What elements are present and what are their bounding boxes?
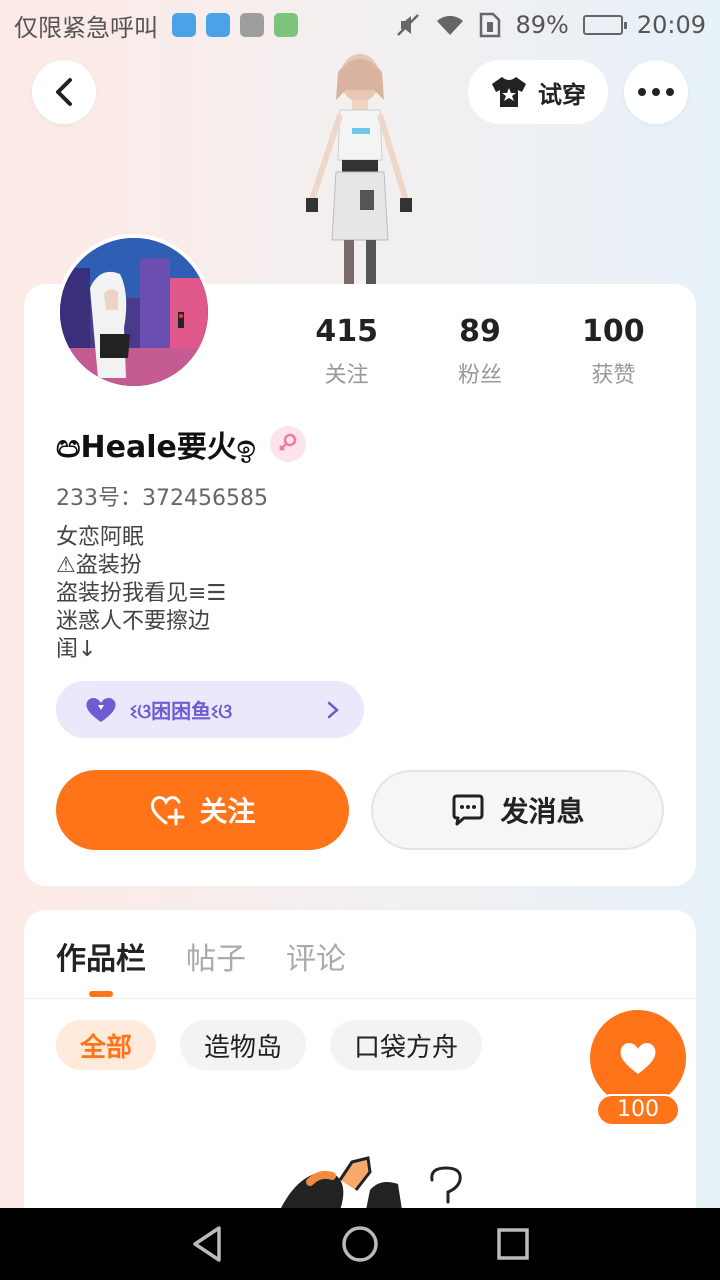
bio-line: 女恋阿眠 xyxy=(56,525,145,550)
more-button[interactable] xyxy=(624,60,688,124)
stat-followers[interactable]: 89 粉丝 xyxy=(413,314,546,389)
bio-line: 闺↓ xyxy=(56,637,97,662)
heart-icon xyxy=(86,697,116,722)
system-nav-bar xyxy=(0,1208,720,1280)
qq-notification-icon xyxy=(172,13,196,37)
bio-line: 迷惑人不要擦边 xyxy=(56,609,211,634)
wifi-icon xyxy=(435,13,465,37)
female-gender-icon xyxy=(269,426,306,462)
chat-bubble-icon xyxy=(452,794,484,826)
tab-indicator xyxy=(89,991,113,997)
tab-comments[interactable]: 评论 xyxy=(286,934,346,978)
category-filter: 全部 造物岛 口袋方舟 xyxy=(56,1020,483,1070)
user-id: 233号：372456585 xyxy=(56,480,268,512)
bio: 女恋阿眠 ⚠盗装扮 盗装扮我看见≡☰ 迷惑人不要擦边 闺↓ xyxy=(56,524,226,664)
tab-works[interactable]: 作品栏 xyxy=(56,934,146,978)
stat-value: 415 xyxy=(315,314,378,349)
app-notification-icon xyxy=(274,13,298,37)
stat-value: 100 xyxy=(582,314,645,349)
square-recents-icon xyxy=(497,1228,530,1260)
qq-notification-icon xyxy=(206,13,230,37)
sim-icon xyxy=(479,12,501,38)
battery-icon xyxy=(582,15,627,35)
mute-icon xyxy=(395,12,421,38)
stat-likes[interactable]: 100 获赞 xyxy=(547,314,680,389)
send-message-button[interactable]: 发消息 xyxy=(371,770,664,850)
stat-value: 89 xyxy=(459,314,501,349)
sticker-illustration xyxy=(270,1150,480,1210)
follow-label: 关注 xyxy=(199,795,256,828)
tshirt-icon xyxy=(492,77,526,107)
carrier-text: 仅限紧急呼叫 xyxy=(14,13,158,42)
bio-line: 盗装扮我看见≡☰ xyxy=(56,581,227,606)
chevron-left-icon xyxy=(56,78,72,106)
status-bar: 仅限紧急呼叫 89% 20:09 xyxy=(0,0,720,50)
heart-icon xyxy=(620,1043,656,1074)
follow-button[interactable]: 关注 xyxy=(56,770,349,850)
stat-label: 粉丝 xyxy=(457,363,502,388)
triangle-back-icon xyxy=(192,1226,221,1262)
more-dots-icon xyxy=(638,88,674,96)
like-count-badge: 100 xyxy=(596,1094,680,1126)
battery-percent: 89% xyxy=(515,11,569,39)
profile-tabs: 作品栏 帖子 评论 xyxy=(56,934,346,978)
chevron-right-icon xyxy=(327,701,339,718)
stats-row: 415 关注 89 粉丝 100 获赞 xyxy=(280,314,680,389)
bio-line: ⚠盗装扮 xyxy=(56,553,142,578)
like-fab-button[interactable] xyxy=(590,1010,686,1106)
image-notification-icon xyxy=(240,13,264,37)
nav-back-button[interactable] xyxy=(177,1214,237,1274)
stat-label: 关注 xyxy=(324,363,369,388)
stat-following[interactable]: 415 关注 xyxy=(280,314,413,389)
try-on-label: 试穿 xyxy=(538,80,586,109)
heart-plus-icon xyxy=(151,796,185,826)
circle-home-icon xyxy=(342,1226,378,1262)
notification-icons xyxy=(172,13,298,37)
stat-label: 获赞 xyxy=(591,363,636,388)
fan-group-badge[interactable]: ଽଓ困困鱼ଽଓ xyxy=(56,681,364,738)
user-id-label: 233号： xyxy=(56,486,142,511)
fan-group-name: ଽଓ困困鱼ଽଓ xyxy=(130,699,233,723)
nickname-row: ඏHeale要火ඉ xyxy=(56,422,306,466)
send-message-label: 发消息 xyxy=(500,795,585,828)
avatar-3d-figure[interactable] xyxy=(300,50,420,285)
nav-recents-button[interactable] xyxy=(483,1214,543,1274)
try-on-button[interactable]: 试穿 xyxy=(468,60,608,124)
divider xyxy=(24,998,696,999)
nickname: ඏHeale要火ඉ xyxy=(56,430,256,465)
avatar[interactable] xyxy=(56,234,212,390)
filter-chip-creation-island[interactable]: 造物岛 xyxy=(180,1020,307,1070)
user-id-value: 372456585 xyxy=(142,486,268,511)
clock: 20:09 xyxy=(636,11,706,39)
tab-posts[interactable]: 帖子 xyxy=(186,934,246,978)
back-button[interactable] xyxy=(32,60,96,124)
filter-chip-pocket-ark[interactable]: 口袋方舟 xyxy=(330,1020,483,1070)
filter-chip-all[interactable]: 全部 xyxy=(56,1020,157,1070)
nav-home-button[interactable] xyxy=(330,1214,390,1274)
